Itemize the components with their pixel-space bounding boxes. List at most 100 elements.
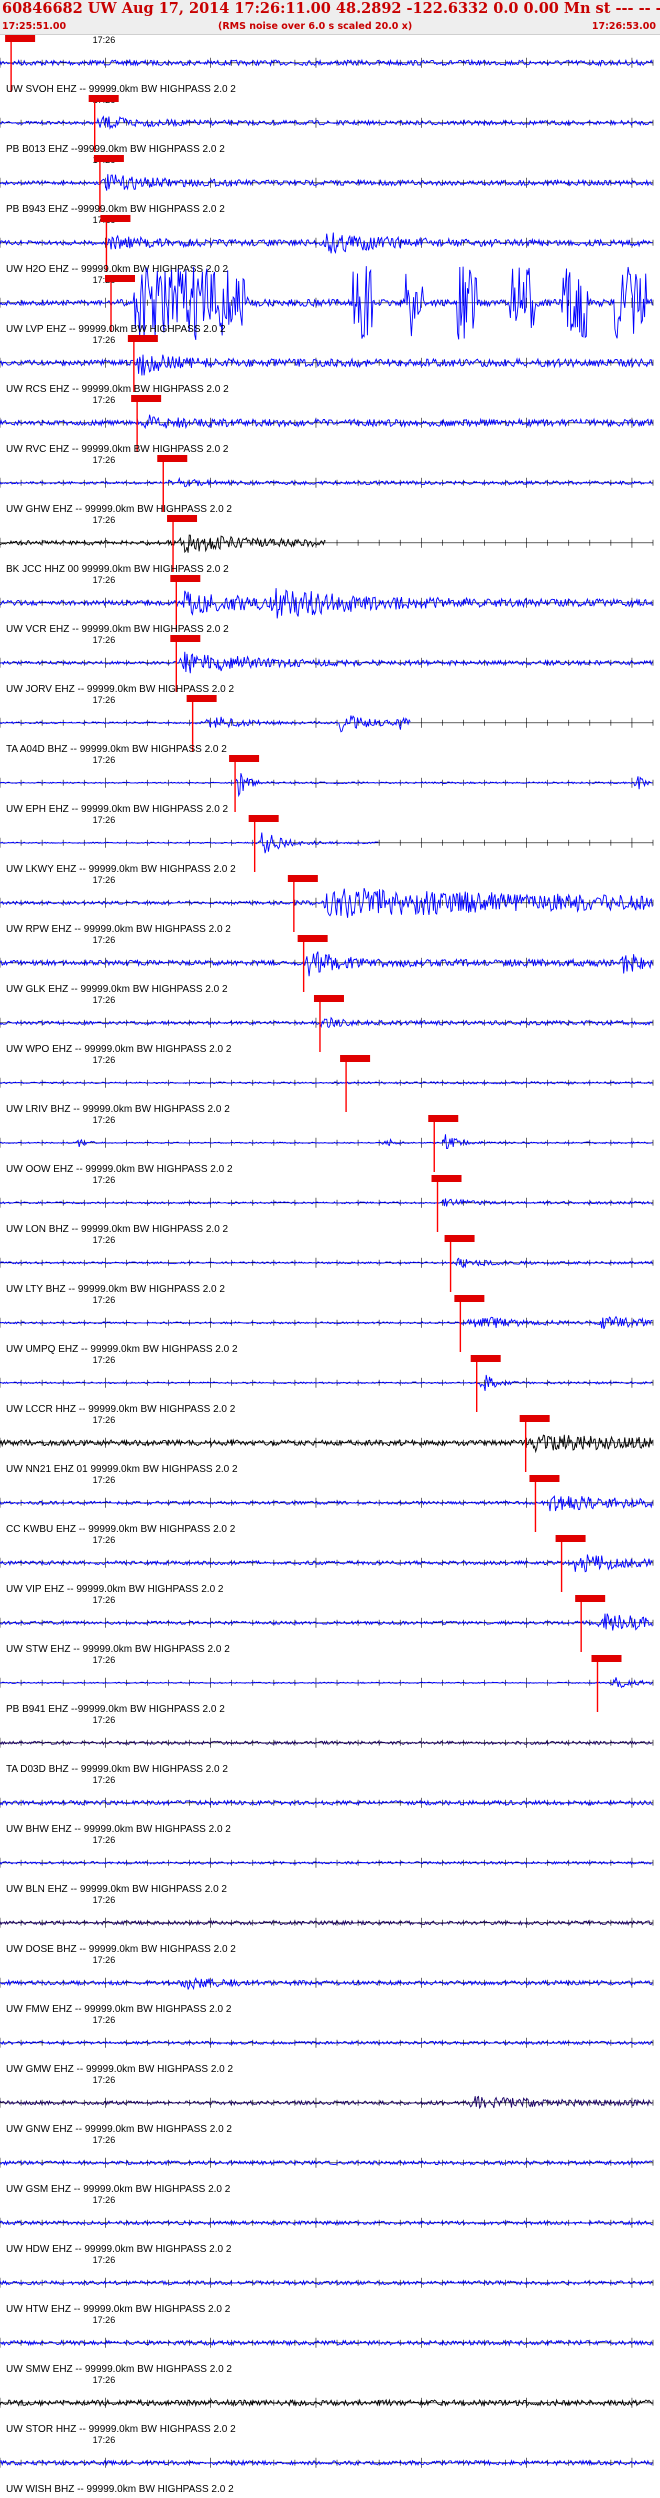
waveform-trace [0, 1554, 653, 1573]
tick-time-label: 17:26 [93, 2195, 116, 2205]
trace-row: 17:26 UW FMW EHZ -- 99999.0km BW HIGHPASS… [0, 1955, 654, 2015]
trace-label: UW RCS EHZ -- 99999.0km BW HIGHPASS 2.0 … [6, 384, 229, 395]
waveform-trace [0, 1198, 653, 1207]
trace-row: 17:26 UW JORV EHZ -- 99999.0km BW HIGHPAS… [0, 635, 654, 695]
pick-marker-flag [297, 935, 328, 942]
waveform-trace [0, 715, 411, 733]
trace-row: 17:26 PB B941 EHZ --99999.0km BW HIGHPASS… [0, 1655, 654, 1715]
trace-label: UW WISH BHZ -- 99999.0km BW HIGHPASS 2.0… [6, 2484, 234, 2495]
waveform-trace [0, 1677, 653, 1689]
tick-time-label: 17:26 [93, 575, 116, 585]
waveform-trace [0, 1434, 653, 1454]
trace-label: UW DOSE BHZ -- 99999.0km BW HIGHPASS 2.0… [6, 1944, 236, 1955]
waveform-trace [0, 58, 653, 68]
tick-time-label: 17:26 [93, 1475, 116, 1485]
waveform-trace [0, 1495, 653, 1512]
trace-row: 17:26 UW GLK EHZ -- 99999.0km BW HIGHPASS… [0, 935, 654, 995]
trace-label: PB B943 EHZ --99999.0km BW HIGHPASS 2.0 … [6, 204, 225, 215]
trace-row: 17:26 UW RPW EHZ -- 99999.0km BW HIGHPASS… [0, 875, 654, 935]
trace-row: 17:26 UW WISH BHZ -- 99999.0km BW HIGHPAS… [0, 2435, 654, 2495]
trace-row: 17:26 UW GMW EHZ -- 99999.0km BW HIGHPASS… [0, 2015, 654, 2075]
trace-row: 17:26UW LVP EHZ -- 99999.0km BW HIGHPASS… [0, 266, 654, 340]
tick-time-label: 17:26 [93, 1535, 116, 1545]
waveform-trace [0, 951, 653, 977]
waveform-trace [0, 115, 653, 130]
trace-label: UW GMW EHZ -- 99999.0km BW HIGHPASS 2.0 … [6, 2064, 234, 2075]
trace-label: UW STW EHZ -- 99999.0km BW HIGHPASS 2.0 … [6, 1644, 230, 1655]
trace-row: 17:26 UW GHW EHZ -- 99999.0km BW HIGHPASS… [0, 455, 654, 515]
tick-time-label: 17:26 [93, 1175, 116, 1185]
trace-row: 17:26 UW LKWY EHZ -- 99999.0km BW HIGHPAS… [0, 815, 654, 875]
trace-label: CC KWBU EHZ -- 99999.0km BW HIGHPASS 2.0… [6, 1524, 236, 1535]
trace-row: 17:26 UW WPO EHZ -- 99999.0km BW HIGHPASS… [0, 995, 654, 1055]
trace-row: 17:26 UW SMW EHZ -- 99999.0km BW HIGHPASS… [0, 2315, 654, 2375]
pick-marker-flag [100, 215, 131, 222]
pick-marker-flag [127, 335, 158, 342]
trace-label: UW LTY BHZ -- 99999.0km BW HIGHPASS 2.0 … [6, 1284, 225, 1295]
tick-time-label: 17:26 [93, 875, 116, 885]
tick-time-label: 17:26 [93, 1775, 116, 1785]
tick-time-label: 17:26 [93, 755, 116, 765]
pick-marker-flag [313, 995, 344, 1002]
trace-row: 17:26 UW NN21 EHZ 01 99999.0km BW HIGHPAS… [0, 1415, 654, 1475]
trace-row: 17:26PB B943 EHZ --99999.0km BW HIGHPASS… [0, 155, 654, 215]
trace-row: 17:26 UW GNW EHZ -- 99999.0km BW HIGHPASS… [0, 2075, 654, 2135]
tick-time-label: 17:26 [93, 2315, 116, 2325]
pick-marker-flag [428, 1115, 459, 1122]
pick-marker-flag [454, 1295, 485, 1302]
plot-header: 60846682 UW Aug 17, 2014 17:26:11.00 48.… [0, 0, 660, 35]
tick-time-label: 17:26 [93, 1115, 116, 1125]
trace-label: UW LCCR HHZ -- 99999.0km BW HIGHPASS 2.0… [6, 1404, 236, 1415]
trace-label: UW BLN EHZ -- 99999.0km BW HIGHPASS 2.0 … [6, 1884, 227, 1895]
tick-time-label: 17:26 [93, 335, 116, 345]
trace-row: 17:26 UW DOSE BHZ -- 99999.0km BW HIGHPAS… [0, 1895, 654, 1955]
tick-time-label: 17:26 [93, 1235, 116, 1245]
trace-row: 17:26 UW BHW EHZ -- 99999.0km BW HIGHPASS… [0, 1775, 654, 1835]
waveform-trace [0, 174, 653, 191]
pick-marker-flag [591, 1655, 622, 1662]
trace-label: UW GHW EHZ -- 99999.0km BW HIGHPASS 2.0 … [6, 504, 232, 515]
trace-label: UW SMW EHZ -- 99999.0km BW HIGHPASS 2.0 … [6, 2364, 232, 2375]
pick-marker-flag [93, 155, 124, 162]
tick-time-label: 17:26 [93, 1295, 116, 1305]
trace-label: PB B013 EHZ --99999.0km BW HIGHPASS 2.0 … [6, 144, 225, 155]
trace-label: TA A04D BHZ -- 99999.0km BW HIGHPASS 2.0… [6, 744, 227, 755]
trace-label: UW HDW EHZ -- 99999.0km BW HIGHPASS 2.0 … [6, 2244, 232, 2255]
tick-time-label: 17:26 [93, 2075, 116, 2085]
pick-marker-flag [186, 695, 217, 702]
waveform-trace [0, 354, 653, 376]
trace-row: 17:26 UW HTW EHZ -- 99999.0km BW HIGHPASS… [0, 2255, 654, 2315]
end-time-label: 17:26:53.00 [591, 21, 656, 32]
tick-time-label: 17:26 [93, 455, 116, 465]
trace-row: 17:26 UW STW EHZ -- 99999.0km BW HIGHPASS… [0, 1595, 654, 1655]
trace-row: 17:26 UW RCS EHZ -- 99999.0km BW HIGHPASS… [0, 335, 654, 395]
tick-time-label: 17:26 [93, 815, 116, 825]
trace-label: UW VCR EHZ -- 99999.0km BW HIGHPASS 2.0 … [6, 624, 229, 635]
tick-time-label: 17:26 [93, 1895, 116, 1905]
pick-marker-flag [444, 1235, 475, 1242]
tick-time-label: 17:26 [93, 1835, 116, 1845]
trace-label: UW JORV EHZ -- 99999.0km BW HIGHPASS 2.0… [6, 684, 234, 695]
waveform-trace [0, 1976, 653, 1991]
trace-row: 17:26 UW LCCR HHZ -- 99999.0km BW HIGHPAS… [0, 1355, 654, 1415]
tick-time-label: 17:26 [93, 635, 116, 645]
tick-time-label: 17:26 [93, 2135, 116, 2145]
tick-time-label: 17:26 [93, 695, 116, 705]
trace-label: UW STOR HHZ -- 99999.0km BW HIGHPASS 2.0… [6, 2424, 236, 2435]
trace-label: UW OOW EHZ -- 99999.0km BW HIGHPASS 2.0 … [6, 1164, 233, 1175]
trace-label: UW GSM EHZ -- 99999.0km BW HIGHPASS 2.0 … [6, 2184, 231, 2195]
trace-row: 17:26 UW LRIV BHZ -- 99999.0km BW HIGHPAS… [0, 1055, 654, 1115]
trace-row: 17:26 UW EPH EHZ -- 99999.0km BW HIGHPASS… [0, 755, 654, 815]
trace-label: UW FMW EHZ -- 99999.0km BW HIGHPASS 2.0 … [6, 2004, 232, 2015]
trace-row: 17:26 UW LTY BHZ -- 99999.0km BW HIGHPASS… [0, 1235, 654, 1295]
tick-time-label: 17:26 [93, 1415, 116, 1425]
trace-row: 17:26 UW VCR EHZ -- 99999.0km BW HIGHPASS… [0, 575, 654, 635]
pick-marker-flag [470, 1355, 501, 1362]
trace-row: 17:26 UW RVC EHZ -- 99999.0km BW HIGHPASS… [0, 395, 654, 455]
tick-time-label: 17:26 [93, 1955, 116, 1965]
pick-marker-flag [431, 1175, 462, 1182]
waveform-trace [0, 534, 326, 554]
trace-label: UW LRIV BHZ -- 99999.0km BW HIGHPASS 2.0… [6, 1104, 230, 1115]
waveform-trace [0, 1134, 653, 1149]
pick-marker-flag [170, 635, 201, 642]
